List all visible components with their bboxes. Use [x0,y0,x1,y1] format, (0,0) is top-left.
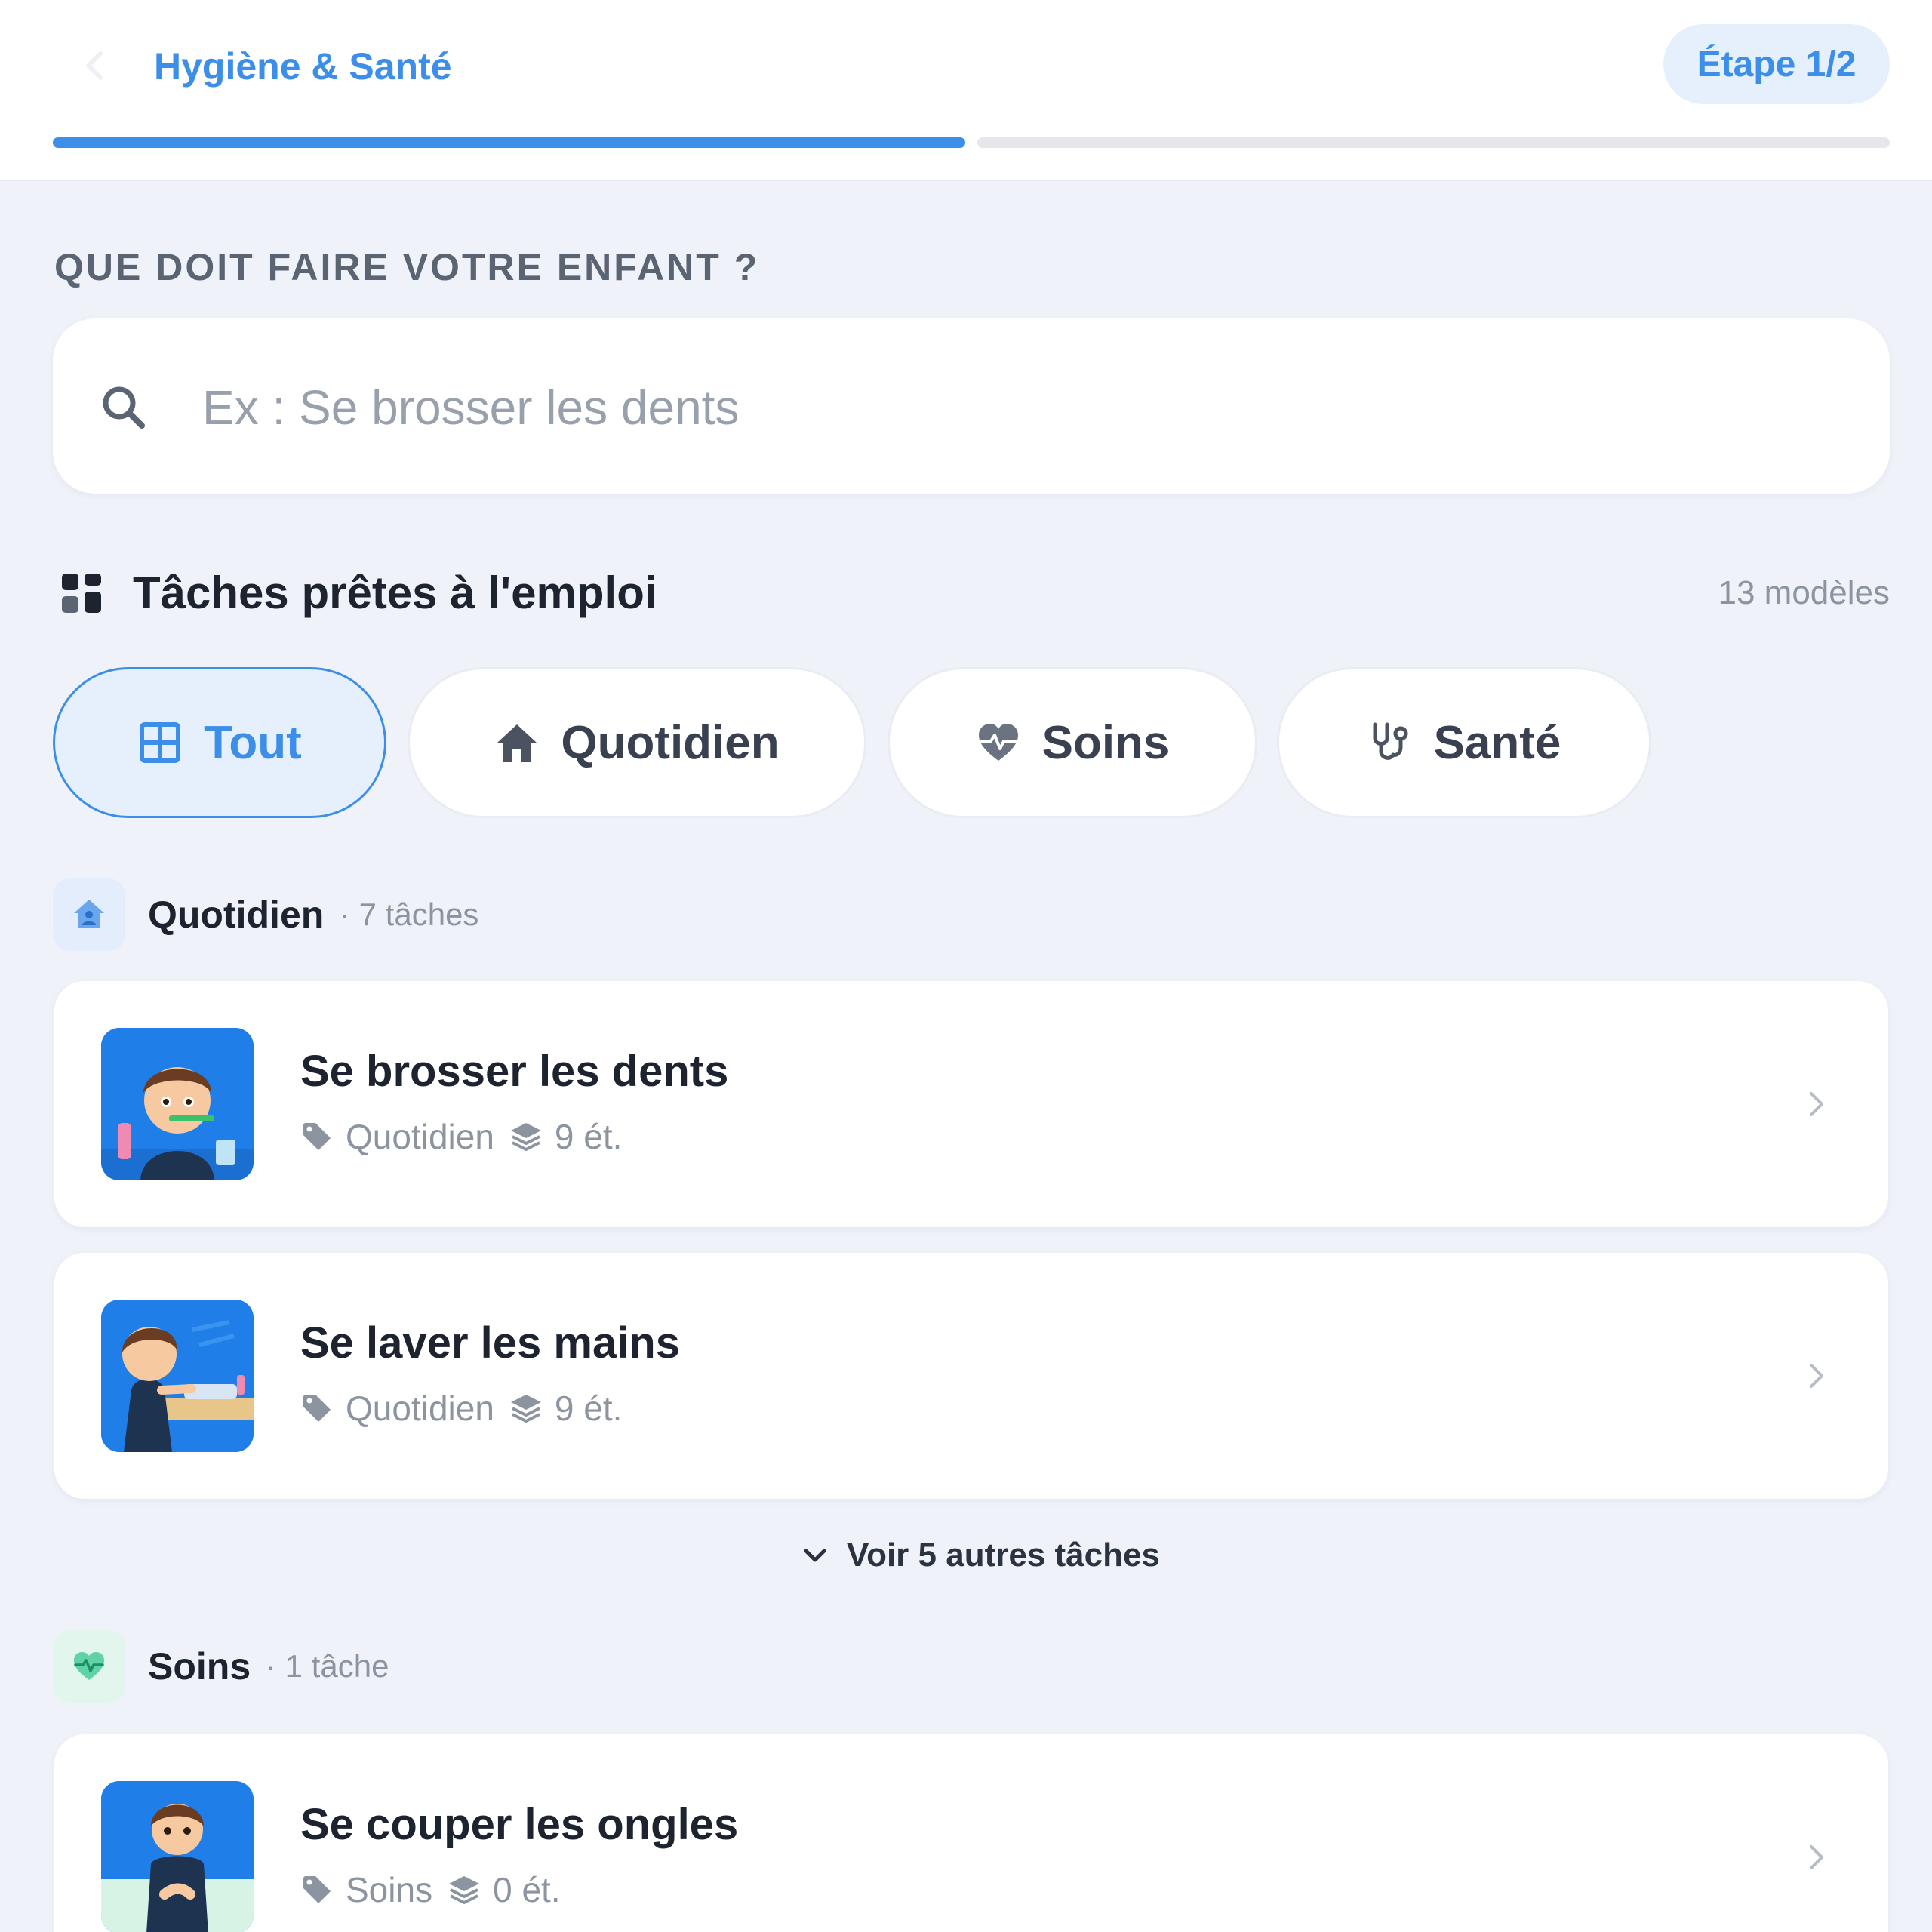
task-meta: Soins 0 ét. [300,1869,561,1911]
header: Hygiène & Santé Étape 1/2 [0,0,1932,181]
filter-sante[interactable]: Santé [1277,667,1651,818]
group-name: Soins [148,1645,251,1687]
group-count: · 7 tâches [340,897,479,932]
home-person-icon [74,900,104,928]
task-title: Se couper les ongles [300,1800,739,1849]
heart-pulse-icon [74,1652,104,1680]
task-steps: 9 ét. [509,1388,623,1429]
group-icon-soins [53,1630,125,1703]
task-category: Quotidien [300,1388,494,1429]
filter-quotidien[interactable]: Quotidien [408,667,866,818]
task-meta: Quotidien 9 ét. [300,1115,622,1158]
task-title: Se brosser les dents [300,1047,729,1096]
task-illustration-handwashing [101,1300,254,1452]
task-steps-label: 9 ét. [554,1389,623,1428]
search-input[interactable] [202,368,1847,447]
group-icon-quotidien [53,878,125,951]
show-more-button[interactable]: Voir 5 autres tâches [800,1529,1160,1582]
task-steps: 0 ét. [448,1869,561,1910]
search-icon [103,386,145,429]
tag-icon [303,1123,331,1150]
task-card[interactable]: Se couper les ongles Soins 0 ét. [54,1734,1888,1932]
heart-pulse-icon [978,724,1018,761]
task-card[interactable]: Se laver les mains Quotidien 9 ét. [54,1253,1888,1499]
task-category-label: Soins [346,1870,433,1909]
chevron-right-icon [1810,1845,1823,1869]
step-progress [53,137,1890,148]
filter-label: Santé [1433,716,1561,769]
task-steps-label: 0 ét. [493,1870,561,1909]
group-count: · 1 tâche [266,1648,389,1684]
task-title: Se laver les mains [300,1318,680,1367]
task-category-label: Quotidien [346,1117,494,1156]
filter-label: Soins [1041,716,1170,769]
templates-title: Tâches prêtes à l'emploi [133,568,657,618]
filter-soins[interactable]: Soins [888,667,1257,818]
task-card[interactable]: Se brosser les dents Quotidien 9 ét. [54,981,1888,1227]
back-icon[interactable] [69,39,122,92]
page-title: Hygiène & Santé [154,45,452,88]
grid-icon [140,722,181,763]
filter-label: Tout [204,716,302,769]
progress-segment-remaining [977,137,1890,148]
group-name: Quotidien [148,894,325,936]
layers-icon [510,1123,541,1152]
task-category: Soins [300,1869,432,1910]
stethoscope-icon [1373,722,1408,760]
task-steps: 9 ét. [509,1116,623,1157]
task-illustration-nails [101,1781,254,1932]
grid-icon [62,574,101,613]
task-illustration-brushing [101,1028,254,1180]
filter-label: Quotidien [561,716,780,769]
layers-icon [449,1876,480,1905]
tag-icon [303,1876,331,1903]
chevron-down-icon [804,1549,826,1562]
layers-icon [510,1395,541,1423]
task-steps-label: 9 ét. [554,1117,623,1156]
filter-tout[interactable]: Tout [53,667,386,818]
tag-icon [303,1395,331,1422]
chevron-right-icon [1810,1364,1823,1388]
progress-segment-done [53,137,965,148]
chevron-right-icon [1810,1092,1823,1116]
task-meta: Quotidien 9 ét. [300,1387,622,1429]
task-category-label: Quotidien [346,1389,494,1428]
show-more-label: Voir 5 autres tâches [847,1537,1160,1574]
step-badge: Étape 1/2 [1663,24,1890,104]
prompt-label: QUE DOIT FAIRE VOTRE ENFANT ? [54,246,760,288]
task-category: Quotidien [300,1116,494,1157]
templates-count: 13 modèles [1718,574,1890,611]
home-icon [497,724,537,762]
